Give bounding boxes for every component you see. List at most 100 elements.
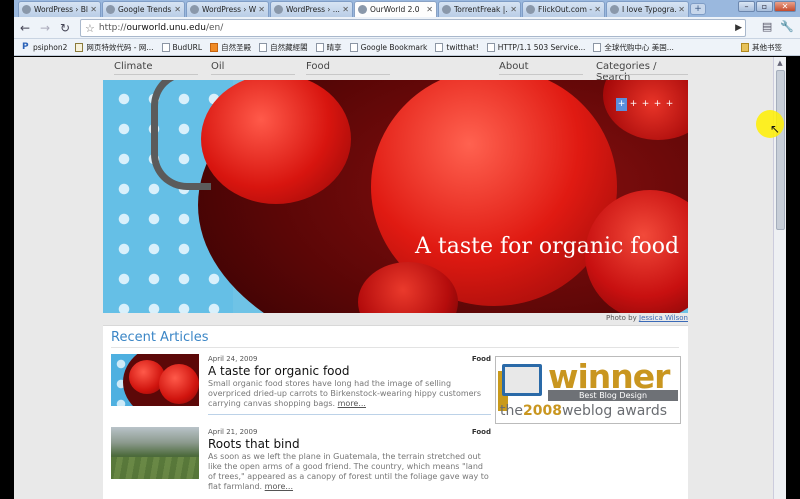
photo-credit-prefix: Photo by: [605, 314, 637, 322]
page-icon: [593, 42, 602, 52]
tab-close-icon[interactable]: ✕: [426, 5, 433, 14]
nav-divider: [114, 74, 198, 75]
bookmark-item[interactable]: Ppsiphon2: [22, 42, 67, 52]
tab-close-icon[interactable]: ✕: [510, 5, 517, 14]
article-category[interactable]: Food: [472, 428, 491, 436]
back-button[interactable]: ←: [16, 19, 34, 37]
nav-divider: [499, 74, 583, 75]
slide-button[interactable]: +: [664, 98, 675, 111]
tab-close-icon[interactable]: ✕: [342, 5, 349, 14]
slide-button[interactable]: +: [628, 98, 639, 111]
article-excerpt: Small organic food stores have long had …: [208, 379, 491, 409]
star-icon[interactable]: ☆: [85, 22, 95, 35]
maximize-button[interactable]: ▫: [756, 1, 773, 12]
bookmark-item[interactable]: 自然圣殿: [210, 42, 251, 53]
rss-icon: [210, 42, 219, 52]
weblog-award-badge[interactable]: winner Best Blog Design the2008weblog aw…: [495, 356, 681, 424]
minimize-button[interactable]: –: [738, 1, 755, 12]
bookmark-label: HTTP/1.1 503 Service...: [497, 42, 586, 52]
browser-tab[interactable]: WordPress › W...✕: [186, 1, 269, 17]
more-link[interactable]: more...: [338, 399, 366, 408]
excerpt-text: As soon as we left the plane in Guatemal…: [208, 452, 489, 491]
browser-tab[interactable]: I love Typogra... ✕: [606, 1, 689, 17]
tab-close-icon[interactable]: ✕: [594, 5, 601, 14]
bookmark-label: 全球代购中心 美国...: [604, 42, 674, 52]
more-link[interactable]: more...: [265, 482, 293, 491]
article-thumbnail[interactable]: [111, 354, 199, 406]
article-divider: [208, 414, 491, 415]
slide-button[interactable]: +: [652, 98, 663, 111]
tab-label: WordPress › W...: [202, 5, 256, 14]
browser-tab[interactable]: TorrentFreak |... ✕: [438, 1, 521, 17]
other-bookmarks-label: 其他书签: [752, 43, 782, 52]
bookmark-label: 晴享: [326, 42, 342, 52]
bookmark-item[interactable]: 全球代购中心 美国...: [593, 42, 674, 53]
tomato-image: [201, 80, 351, 204]
article-category[interactable]: Food: [472, 355, 491, 363]
bookmark-item[interactable]: HTTP/1.1 503 Service...: [486, 42, 586, 52]
photo-credit: Photo by Jessica Wilson: [103, 314, 688, 324]
bookmark-label: twitthat!: [446, 42, 479, 52]
scroll-up-icon[interactable]: ▲: [774, 57, 786, 69]
article-item: April 21, 2009 Food Roots that bind As s…: [111, 427, 491, 491]
bookmark-item[interactable]: 网页特效代码 - 网...: [75, 42, 154, 53]
bookmark-item[interactable]: 自然藏經閣: [259, 42, 308, 53]
nav-climate[interactable]: Climate: [114, 61, 152, 72]
photo-credit-link[interactable]: Jessica Wilson: [639, 314, 688, 322]
bookmark-item[interactable]: twitthat!: [435, 42, 479, 52]
page-icon: [435, 42, 444, 52]
nav-divider: [596, 74, 688, 75]
award-subtitle: Best Blog Design: [548, 390, 678, 401]
page-icon: [161, 42, 170, 52]
new-tab-button[interactable]: +: [690, 3, 706, 15]
article-title[interactable]: A taste for organic food: [208, 364, 349, 378]
other-bookmarks[interactable]: 其他书签: [741, 42, 782, 53]
slide-button[interactable]: +: [640, 98, 651, 111]
browser-tab[interactable]: WordPress › Bl...✕: [18, 1, 101, 17]
tab-close-icon[interactable]: ✕: [258, 5, 265, 14]
article-item: April 24, 2009 Food A taste for organic …: [111, 354, 491, 410]
favicon-icon: [106, 5, 115, 14]
close-window-button[interactable]: ✕: [774, 1, 796, 12]
bookmark-label: 网页特效代码 - 网...: [86, 42, 154, 52]
mail-icon: [75, 42, 84, 52]
article-title[interactable]: Roots that bind: [208, 437, 300, 451]
url-prefix: http://: [98, 23, 127, 33]
browser-tab[interactable]: FlickOut.com -...✕: [522, 1, 605, 17]
bookmark-item[interactable]: 晴享: [315, 42, 342, 53]
page-menu-icon[interactable]: ▤: [762, 20, 772, 33]
recent-articles-heading: Recent Articles: [111, 330, 209, 345]
hero-title[interactable]: A taste for organic food: [415, 234, 679, 259]
browser-tab[interactable]: WordPress › ... ✕: [270, 1, 353, 17]
article-thumbnail[interactable]: [111, 427, 199, 479]
favicon-icon: [526, 5, 535, 14]
award-tagline: the2008weblog awards: [500, 403, 667, 419]
url-text[interactable]: http://ourworld.unu.edu/en/: [99, 23, 223, 33]
tab-label: WordPress › Bl...: [34, 5, 89, 14]
browser-tab[interactable]: Google Trends...✕: [102, 1, 185, 17]
tab-close-icon[interactable]: ✕: [90, 5, 97, 14]
nav-about[interactable]: About: [499, 61, 529, 72]
forward-button[interactable]: →: [36, 19, 54, 37]
nav-food[interactable]: Food: [306, 61, 330, 72]
scrollbar-thumb[interactable]: [776, 70, 785, 230]
address-bar[interactable]: ☆ http://ourworld.unu.edu/en/ ▶: [80, 19, 746, 37]
browser-tab[interactable]: OurWorld 2.0 ✕: [354, 1, 437, 17]
hero-banner[interactable]: + + + + + A taste for organic food: [103, 80, 688, 313]
page-viewport: Climate Oil Food About Categories / Sear…: [14, 57, 785, 499]
mouse-pointer-icon: ↖: [770, 122, 781, 136]
tab-close-icon[interactable]: ✕: [678, 5, 685, 14]
tab-close-icon[interactable]: ✕: [174, 5, 181, 14]
tab-strip: WordPress › Bl...✕Google Trends...✕WordP…: [14, 0, 800, 17]
site-nav: Climate Oil Food About Categories / Sear…: [104, 57, 688, 83]
slide-button[interactable]: +: [616, 98, 627, 111]
bookmark-item[interactable]: BudURL: [161, 42, 203, 52]
bookmark-item[interactable]: Google Bookmark: [349, 42, 427, 52]
wrench-icon[interactable]: 🔧: [780, 20, 794, 33]
reload-button[interactable]: ↻: [56, 19, 74, 37]
favicon-icon: [358, 5, 367, 14]
go-arrow-icon[interactable]: ▶: [735, 23, 742, 33]
bookmark-label: BudURL: [172, 42, 203, 52]
favicon-icon: [274, 5, 283, 14]
nav-oil[interactable]: Oil: [211, 61, 224, 72]
